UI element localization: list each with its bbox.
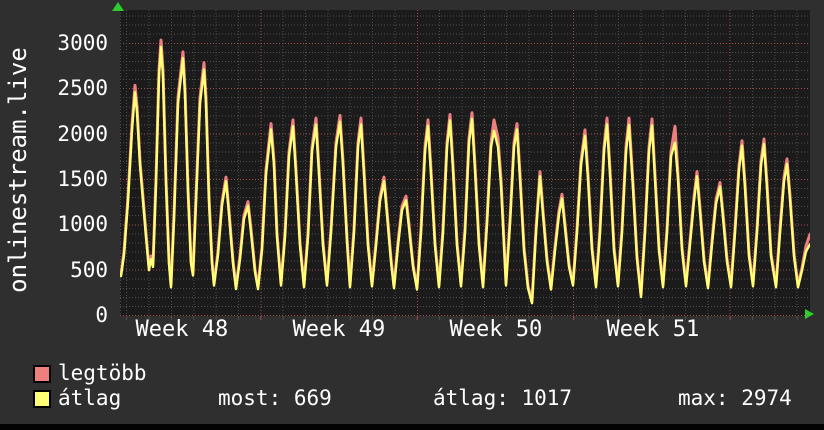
y-tick-label: 2500 <box>57 76 108 101</box>
x-week-label: Week 51 <box>606 317 700 342</box>
y-axis-arrow-icon <box>112 2 124 11</box>
legend-label-avg: átlag <box>58 386 122 410</box>
stat-average: átlag: 1017 <box>433 386 573 410</box>
y-tick-label: 500 <box>70 257 108 282</box>
stat-current: most: 669 <box>218 386 332 410</box>
x-week-label: Week 49 <box>292 317 386 342</box>
y-tick-label: 3000 <box>57 30 108 55</box>
max-series-swatch-icon <box>33 365 51 383</box>
avg-series-swatch-icon <box>33 390 51 408</box>
bottom-border-bar <box>0 424 824 430</box>
x-axis-arrow-icon <box>805 309 814 319</box>
graph-stage: onlinestream.live 0 500 1000 1500 2000 2500 30… <box>0 0 824 430</box>
legend-label-max: legtöbb <box>58 361 147 385</box>
stat-max: max: 2974 <box>678 386 792 410</box>
y-tick-label: 0 <box>95 303 108 327</box>
y-tick-label: 1500 <box>57 166 108 191</box>
y-tick-label: 1000 <box>57 212 108 237</box>
x-week-label: Week 48 <box>135 317 229 342</box>
y-tick-label: 2000 <box>57 121 108 146</box>
x-week-label: Week 50 <box>449 317 543 342</box>
